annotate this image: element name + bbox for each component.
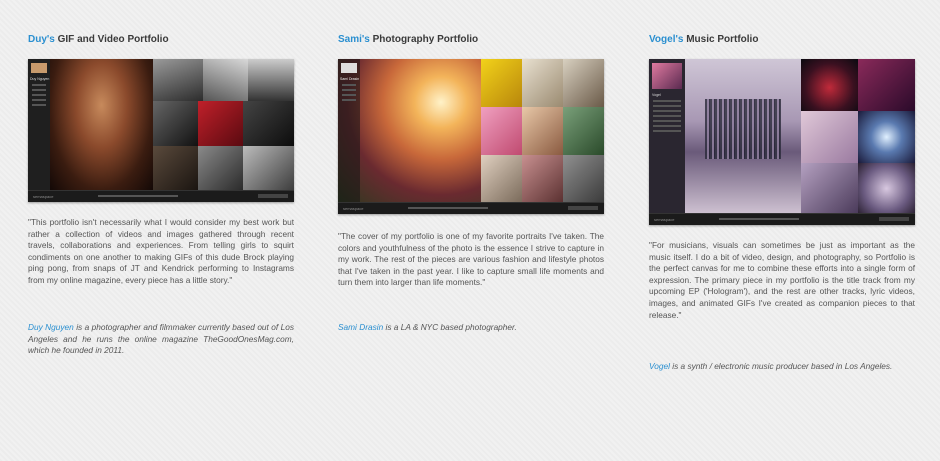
portfolio-bio: Sami Drasin is a LA & NYC based photogra…: [338, 322, 604, 334]
portfolio-screenshot[interactable]: Duy Nguyen semaspace: [28, 59, 294, 202]
portfolio-bio: Duy Nguyen is a photographer and filmmak…: [28, 322, 294, 357]
portfolio-screenshot[interactable]: Sami Drasin semaspace: [338, 59, 604, 214]
bio-text: is a LA & NYC based photographer.: [383, 322, 517, 332]
portfolio-quote: "The cover of my portfolio is one of my …: [338, 231, 604, 288]
portfolio-quote: "For musicians, visuals can sometimes be…: [649, 240, 915, 320]
player-bar: semaspace: [28, 190, 294, 202]
player-bar: semaspace: [338, 202, 604, 214]
portfolio-quote: "This portfolio isn't necessarily what I…: [28, 217, 294, 285]
player-bar-label: semaspace: [343, 206, 364, 211]
player-bar-label: semaspace: [654, 217, 675, 222]
bio-link[interactable]: Vogel: [649, 361, 670, 371]
portfolio-owner-name[interactable]: Vogel's: [649, 34, 683, 45]
bio-link[interactable]: Duy Nguyen: [28, 322, 74, 332]
player-bar-label: semaspace: [33, 194, 54, 199]
portfolio-title: Music Portfolio: [683, 34, 759, 45]
player-bar: semaspace: [649, 213, 915, 225]
portfolio-sidebar: Duy Nguyen: [28, 59, 50, 191]
bio-link[interactable]: Sami Drasin: [338, 322, 383, 332]
portfolio-owner-name[interactable]: Duy's: [28, 34, 55, 45]
sidebar-name: Vogel: [652, 93, 661, 97]
featured-image: [50, 59, 153, 191]
portfolio-sidebar: Vogel: [649, 59, 685, 214]
portfolio-title: Photography Portfolio: [369, 34, 479, 45]
portfolio-heading: Sami's Photography Portfolio: [338, 34, 478, 45]
portfolio-sidebar: Sami Drasin: [338, 59, 360, 203]
featured-image: [685, 59, 801, 214]
sidebar-name: Sami Drasin: [340, 77, 360, 81]
portfolio-heading: Duy's GIF and Video Portfolio: [28, 34, 169, 45]
portfolio-bio: Vogel is a synth / electronic music prod…: [649, 361, 915, 373]
portfolio-screenshot[interactable]: Vogel semaspace: [649, 59, 915, 225]
sidebar-name: Duy Nguyen: [30, 77, 50, 81]
portfolio-heading: Vogel's Music Portfolio: [649, 34, 758, 45]
portfolio-title: GIF and Video Portfolio: [54, 34, 169, 45]
portfolio-owner-name[interactable]: Sami's: [338, 34, 370, 45]
bio-text: is a synth / electronic music producer b…: [669, 361, 893, 371]
